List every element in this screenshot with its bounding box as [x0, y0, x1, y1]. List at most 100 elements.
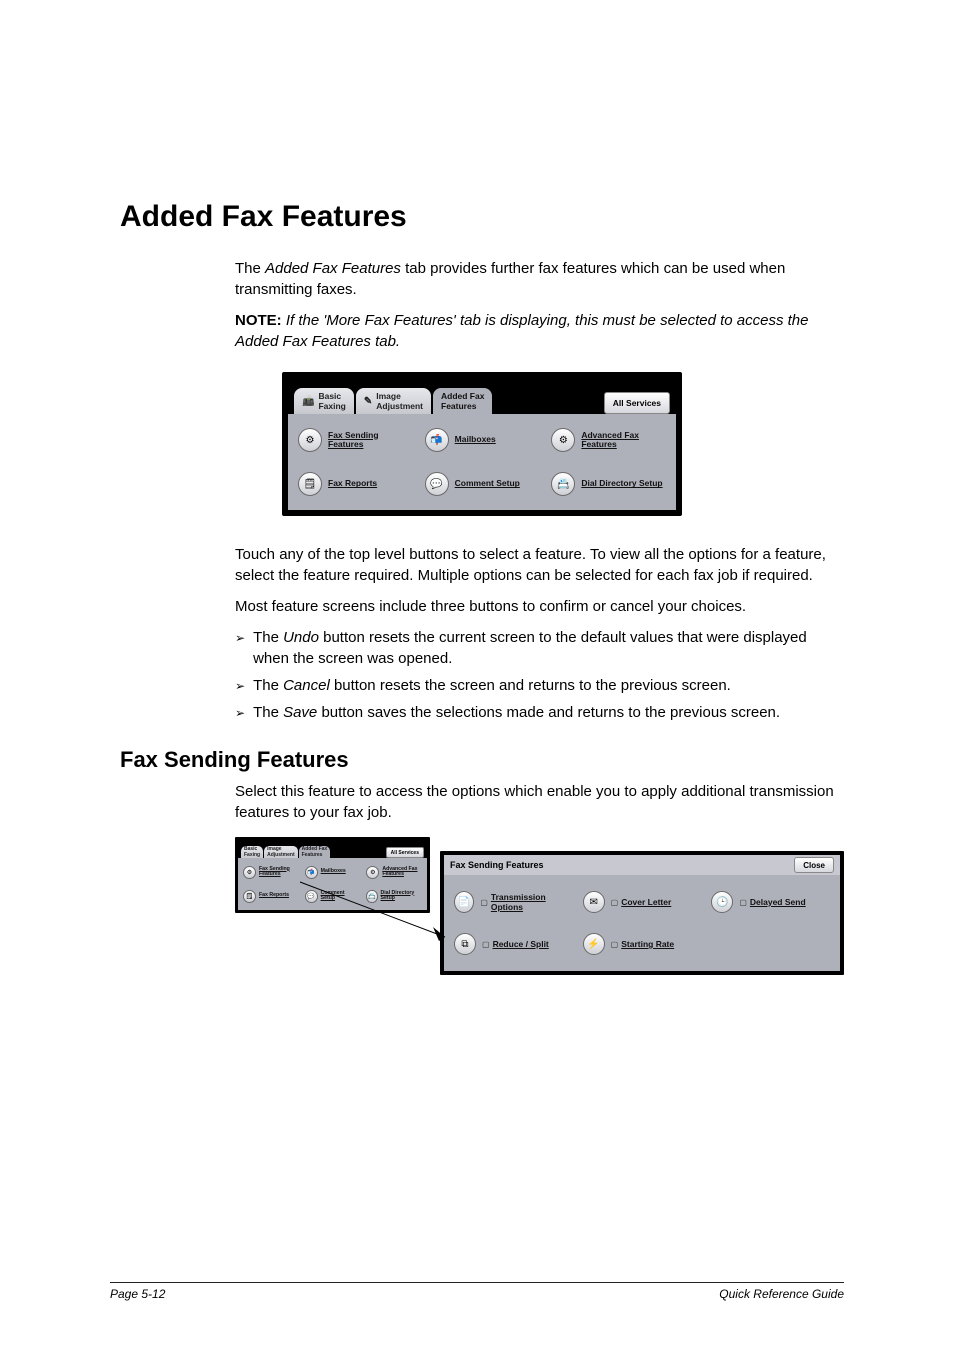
directory-icon: 📇	[366, 890, 377, 903]
intro-paragraph: The Added Fax Features tab provides furt…	[235, 258, 844, 300]
fsf-paragraph: Select this feature to access the option…	[235, 781, 844, 823]
button-label: Reduce / Split	[493, 939, 549, 949]
split-icon: ⧉	[454, 933, 476, 955]
button-label: Comment Setup	[455, 479, 520, 488]
button-label: Advanced Fax Features	[382, 867, 417, 878]
note-text: If the 'More Fax Features' tab is displa…	[235, 312, 808, 350]
report-icon: 🗒	[243, 890, 256, 903]
footer-guide-title: Quick Reference Guide	[719, 1287, 844, 1301]
comment-icon: 💬	[425, 472, 449, 496]
fax-sending-features-button[interactable]: ⚙ Fax Sending Features	[298, 426, 413, 454]
checkbox-icon: ▢	[611, 898, 619, 907]
mini-tab-image[interactable]: Image Adjustment	[264, 846, 298, 858]
button-label: Delayed Send	[750, 897, 806, 907]
button-label: Dial Directory Setup	[381, 891, 422, 902]
bullet-undo: ➢ The Undo button resets the current scr…	[235, 627, 844, 669]
starting-rate-button[interactable]: ⚡ ▢ Starting Rate	[583, 931, 702, 957]
button-label: Fax Sending Features	[328, 431, 379, 450]
mini-advanced-fax[interactable]: ⚙Advanced Fax Features	[366, 864, 422, 880]
button-label: Fax Reports	[259, 893, 289, 898]
comment-setup-button[interactable]: 💬 Comment Setup	[425, 470, 540, 498]
tab-label: Basic Faxing	[318, 391, 345, 411]
clock-icon: 🕒	[711, 891, 733, 913]
button-label: Dial Directory Setup	[581, 479, 662, 488]
tab-label: Added Fax Features	[302, 846, 328, 858]
button-label: Mailboxes	[321, 869, 346, 874]
reduce-split-button[interactable]: ⧉ ▢ Reduce / Split	[454, 931, 573, 957]
note-label: NOTE:	[235, 312, 282, 329]
comment-icon: 💬	[305, 890, 318, 903]
delayed-send-button[interactable]: 🕒 ▢ Delayed Send	[711, 889, 830, 915]
mini-fax-reports[interactable]: 🗒Fax Reports	[243, 888, 299, 904]
mini-tab-added-fax[interactable]: Added Fax Features	[299, 846, 331, 858]
page-heading: Added Fax Features	[120, 200, 844, 234]
bullet-icon: ➢	[235, 705, 245, 726]
mini-dial-directory[interactable]: 📇 Dial Directory Setup	[366, 888, 422, 904]
tab-label: Image Adjustment	[267, 846, 295, 858]
most-paragraph: Most feature screens include three butto…	[235, 596, 844, 617]
directory-icon: 📇	[551, 472, 575, 496]
bullet-post: button saves the selections made and ret…	[317, 704, 780, 721]
added-fax-tab-mini-screenshot: Basic Faxing Image Adjustment Added Fax …	[235, 837, 430, 913]
bullet-icon: ➢	[235, 630, 245, 672]
fax-icon: 📠	[302, 396, 314, 407]
fax-reports-button[interactable]: 🗒 Fax Reports	[298, 470, 413, 498]
all-services-button[interactable]: All Services	[604, 392, 670, 414]
button-label: Mailboxes	[455, 435, 496, 444]
checkbox-icon: ▢	[611, 940, 619, 949]
bullet-pre: The	[253, 629, 283, 646]
gear-icon: ⚙	[298, 428, 322, 452]
checkbox-icon: ▢	[739, 898, 747, 907]
bullet-em: Cancel	[283, 677, 330, 694]
mini-mailboxes[interactable]: 📬Mailboxes	[305, 864, 361, 880]
intro-italic: Added Fax Features	[265, 260, 401, 277]
fax-sending-features-heading: Fax Sending Features	[120, 747, 844, 773]
tab-added-fax-features[interactable]: Added Fax Features	[433, 388, 492, 414]
button-label: Cover Letter	[621, 897, 671, 907]
cover-letter-button[interactable]: ✉ ▢ Cover Letter	[583, 889, 702, 915]
rate-icon: ⚡	[583, 933, 605, 955]
tab-image-adjustment[interactable]: ✎ Image Adjustment	[356, 388, 431, 414]
bullet-pre: The	[253, 677, 283, 694]
tab-basic-faxing[interactable]: 📠 Basic Faxing	[294, 388, 354, 414]
note-paragraph: NOTE: If the 'More Fax Features' tab is …	[235, 310, 844, 352]
mailbox-icon: 📬	[425, 428, 449, 452]
settings-icon: ⚙	[551, 428, 575, 452]
bullet-post: button resets the screen and returns to …	[330, 677, 731, 694]
touch-paragraph: Touch any of the top level buttons to se…	[235, 544, 844, 586]
close-button[interactable]: Close	[794, 857, 834, 873]
mailboxes-button[interactable]: 📬 Mailboxes	[425, 426, 540, 454]
tab-label: Added Fax Features	[441, 391, 484, 411]
panel-title: Fax Sending Features	[450, 860, 544, 870]
intro-before: The	[235, 260, 265, 277]
settings-icon: ⚙	[366, 866, 379, 879]
mini-tab-basic[interactable]: Basic Faxing	[241, 846, 263, 858]
mini-all-services-button[interactable]: All Services	[386, 847, 424, 858]
mini-comment-setup[interactable]: 💬Comment Setup	[305, 888, 361, 904]
button-label: Comment Setup	[321, 891, 361, 902]
checkbox-icon: ▢	[480, 898, 488, 907]
tab-label: Image Adjustment	[376, 391, 423, 411]
advanced-fax-features-button[interactable]: ⚙ Advanced Fax Features	[551, 426, 666, 454]
gear-icon: ⚙	[243, 866, 256, 879]
bullet-em: Undo	[283, 629, 319, 646]
button-label: Fax Reports	[328, 479, 377, 488]
mini-fax-sending-features[interactable]: ⚙Fax Sending Features	[243, 864, 299, 880]
bullet-post: button resets the current screen to the …	[253, 629, 807, 667]
bullet-icon: ➢	[235, 678, 245, 699]
footer-page-number: Page 5-12	[110, 1287, 165, 1301]
mailbox-icon: 📬	[305, 866, 318, 879]
bullet-em: Save	[283, 704, 317, 721]
bullet-cancel: ➢ The Cancel button resets the screen an…	[235, 675, 844, 696]
dial-directory-setup-button[interactable]: 📇 Dial Directory Setup	[551, 470, 666, 498]
added-fax-features-screenshot: 📠 Basic Faxing ✎ Image Adjustment Added …	[282, 372, 682, 516]
button-label: Transmission Options	[491, 892, 573, 912]
button-label: Fax Sending Features	[259, 867, 290, 878]
letter-icon: ✉	[583, 891, 605, 913]
tab-label: Basic Faxing	[244, 846, 260, 858]
bullet-save: ➢ The Save button saves the selections m…	[235, 702, 844, 723]
bullet-pre: The	[253, 704, 283, 721]
transmission-options-button[interactable]: 📄 ▢ Transmission Options	[454, 889, 573, 915]
document-icon: 📄	[454, 891, 474, 913]
fax-sending-features-screenshot: Fax Sending Features Close 📄 ▢ Transmiss…	[440, 851, 844, 975]
